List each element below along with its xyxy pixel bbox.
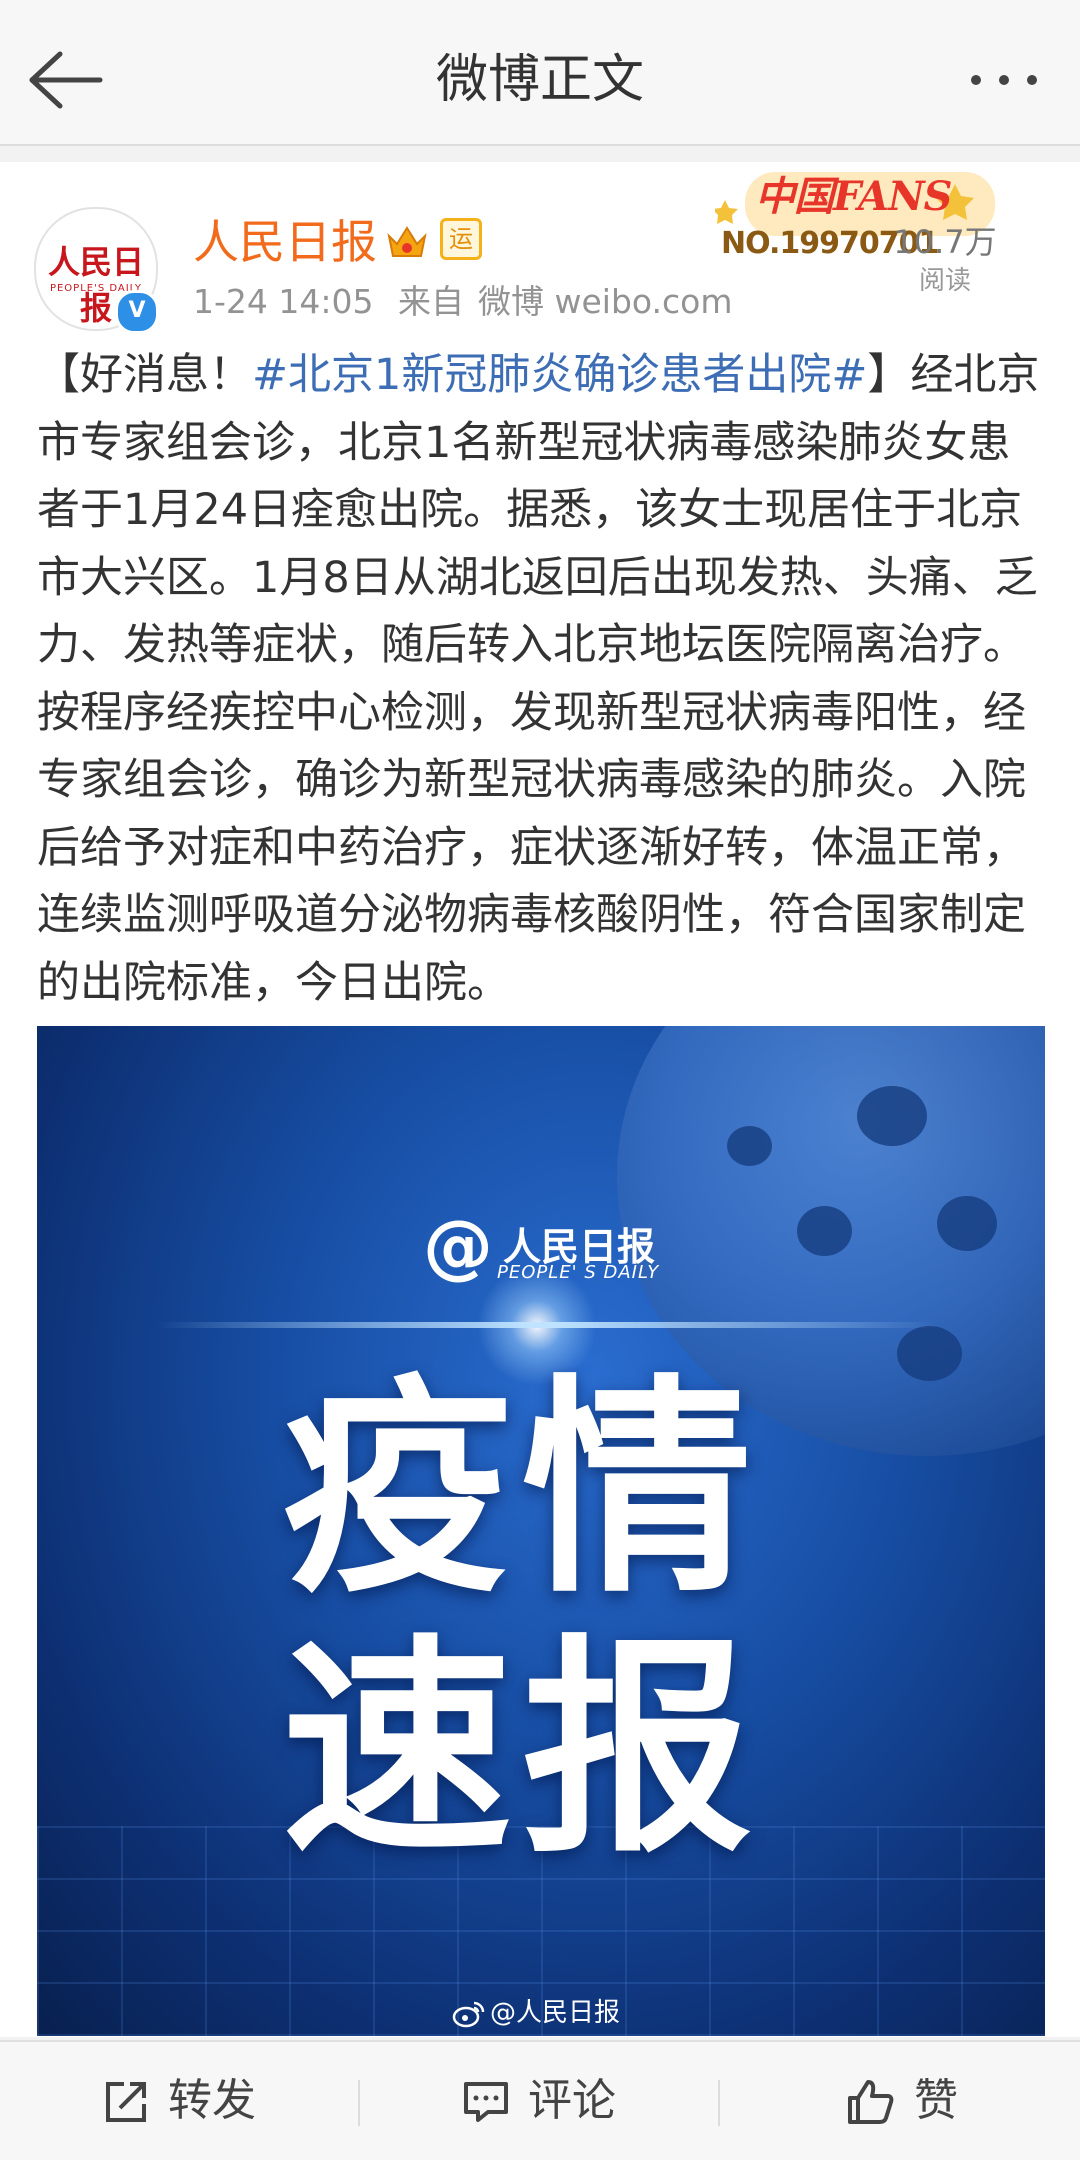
read-count: 10.7万 <box>893 223 997 261</box>
virus-spot <box>857 1086 927 1146</box>
comment-button[interactable]: 评论 <box>360 2042 720 2160</box>
post-text: 【好消息！#北京1新冠肺炎确诊患者出院#】经北京市专家组会诊，北京1名新型冠状病… <box>37 342 1047 1017</box>
author-name[interactable]: 人民日报 <box>193 212 377 272</box>
bottom-action-bar: 转发 评论 赞 <box>0 2040 1080 2160</box>
light-beam <box>157 1322 937 1328</box>
text-prefix: 【好消息！ <box>37 350 252 400</box>
image-logo-sub: PEOPLE' S DAILY <box>497 1262 660 1283</box>
repost-icon <box>106 2082 146 2122</box>
crown-icon[interactable] <box>385 220 429 264</box>
text-body: 】经北京市专家组会诊，北京1名新型冠状病毒感染肺炎女患者于1月24日痊愈出院。据… <box>37 350 1040 1008</box>
hashtag-link[interactable]: #北京1新冠肺炎确诊患者出院# <box>252 350 867 400</box>
post-time: 1-24 14:05 <box>193 282 374 321</box>
virus-spot <box>937 1196 997 1251</box>
top-nav-bar: 微博正文 <box>0 0 1080 146</box>
read-label: 阅读 <box>918 266 971 296</box>
post-image[interactable]: @ 人民日报 PEOPLE' S DAILY 疫情 速报 @人民日报 <box>37 1026 1045 2036</box>
source-prefix: 来自 <box>398 282 464 321</box>
comment-label: 评论 <box>528 2075 616 2126</box>
post-source[interactable]: 微博 weibo.com <box>478 282 732 321</box>
weibo-logo-icon <box>452 2001 485 2027</box>
yun-badge[interactable]: 运 <box>440 218 482 260</box>
more-options-icon[interactable] <box>962 58 1062 102</box>
comment-icon <box>464 2082 508 2122</box>
like-label: 赞 <box>914 2075 958 2126</box>
page-title: 微博正文 <box>435 50 644 110</box>
virus-spot <box>727 1126 772 1166</box>
virus-spot <box>897 1326 962 1381</box>
repost-button[interactable]: 转发 <box>0 2042 360 2160</box>
thumbs-up-icon <box>848 2080 894 2124</box>
image-logo-at: @ <box>423 1205 493 1287</box>
post-meta: 1-24 14:05 来自 微博 weibo.com <box>193 280 746 324</box>
image-headline-1: 疫情 <box>282 1357 763 1624</box>
fans-title: 中国FANS <box>755 173 953 220</box>
weibo-post-card: 人民日报 PEOPLE'S DAILY V 人民日报 运 1-24 14:05 … <box>0 162 1080 2037</box>
like-button[interactable]: 赞 <box>720 2042 1080 2160</box>
repost-label: 转发 <box>168 2075 256 2126</box>
verified-badge-icon: V <box>115 290 159 334</box>
image-headline-2: 速报 <box>282 1617 763 1884</box>
watermark-text: @人民日报 <box>490 1998 621 2028</box>
virus-spot <box>797 1206 852 1256</box>
image-watermark: @人民日报 <box>452 1992 620 2029</box>
